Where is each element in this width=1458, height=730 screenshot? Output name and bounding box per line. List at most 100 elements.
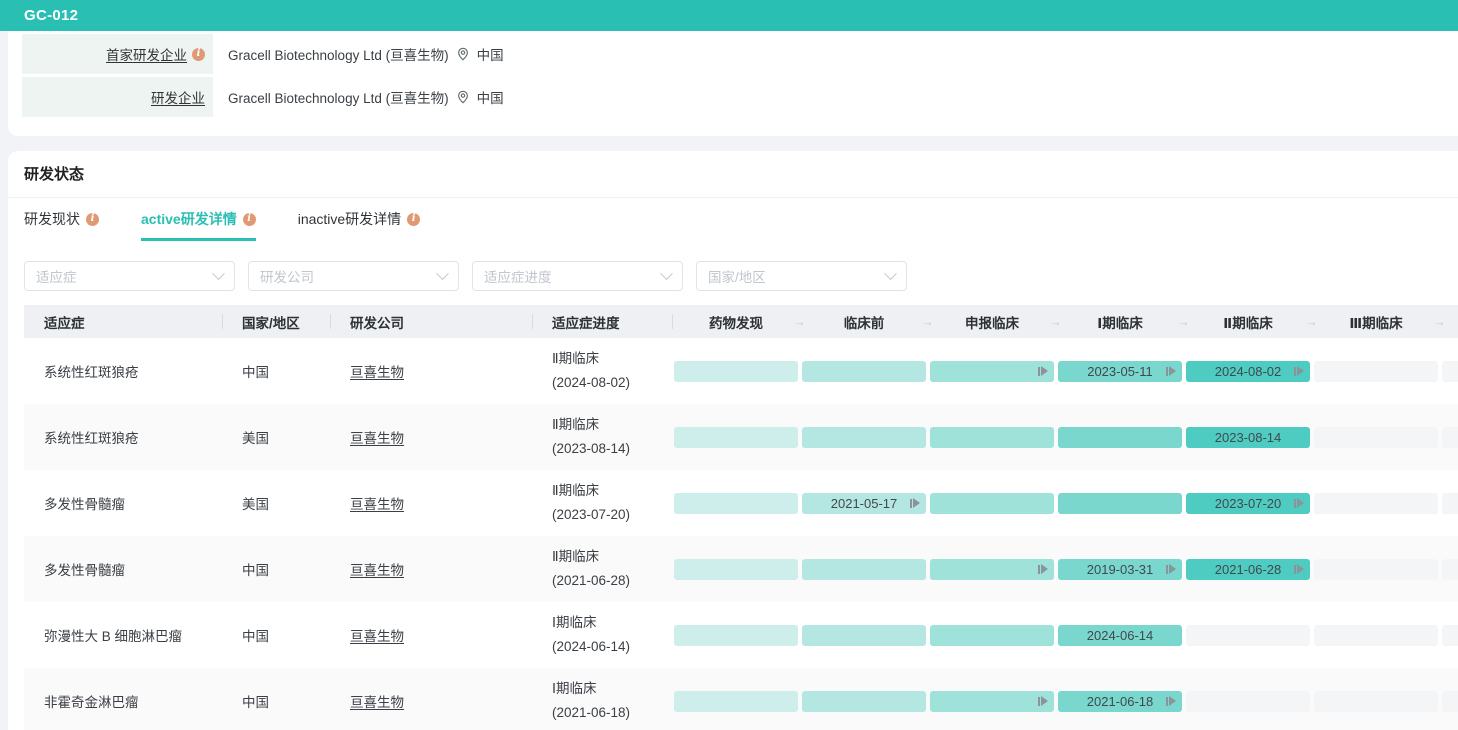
country-cell: 中国 [222, 691, 330, 711]
phase-cell: 2021-06-18 [1056, 691, 1184, 712]
filter-placeholder: 研发公司 [260, 266, 314, 286]
phase-date: 2023-08-14 [1215, 430, 1282, 445]
phase-bar [930, 361, 1054, 382]
progress-cell: Ⅱ期临床(2023-08-14) [532, 413, 672, 460]
info-row-first-developer: 首家研发企业 i Gracell Biotechnology Ltd (亘喜生物… [22, 34, 1458, 74]
table-row: 非霍奇金淋巴瘤中国亘喜生物Ⅰ期临床(2021-06-18)2021-06-18 [24, 668, 1458, 730]
phase-bar-dated: 2024-08-02 [1186, 361, 1310, 382]
phase-cell [928, 691, 1056, 712]
phase-header-label: Ⅰ期临床 [1097, 312, 1143, 332]
phase-bar [674, 493, 798, 514]
company-link[interactable]: 亘喜生物 [350, 431, 404, 446]
company-cell: 亘喜生物 [330, 625, 532, 645]
phase-bar [1442, 361, 1458, 382]
progress-cell: Ⅰ期临床(2021-06-18) [532, 677, 672, 724]
header-phase-2: Ⅱ期临床→ [1184, 305, 1312, 338]
header-company: 研发公司 [330, 305, 532, 338]
tab-inactive-rd-details[interactable]: inactive研发详情 i [298, 209, 420, 241]
country-cell: 美国 [222, 427, 330, 447]
filter-indication[interactable]: 适应症 [24, 261, 235, 291]
phase-bar [1442, 427, 1458, 448]
table-body: 系统性红斑狼疮中国亘喜生物Ⅱ期临床(2024-08-02)2023-05-112… [24, 338, 1458, 730]
header-indication: 适应症 [24, 305, 222, 338]
trial-marker-icon[interactable] [1166, 696, 1176, 706]
trial-marker-icon[interactable] [1294, 366, 1304, 376]
phase-cell: 2021-06-28 [1184, 559, 1312, 580]
phase-track: 2023-08-14 [672, 427, 1458, 448]
trial-marker-icon[interactable] [910, 498, 920, 508]
company-link[interactable]: 亘喜生物 [350, 497, 404, 512]
company-cell: 亘喜生物 [330, 559, 532, 579]
phase-cell [928, 427, 1056, 448]
phase-bar [802, 559, 926, 580]
progress-date-text: (2024-06-14) [552, 635, 672, 659]
phase-cell [800, 691, 928, 712]
location-pin-icon [456, 47, 470, 61]
trial-marker-icon[interactable] [1166, 366, 1176, 376]
phase-bar [1058, 493, 1182, 514]
progress-cell: Ⅱ期临床(2023-07-20) [532, 479, 672, 526]
company-link[interactable]: 亘喜生物 [350, 695, 404, 710]
phase-bar [1314, 361, 1438, 382]
phase-date: 2021-06-28 [1215, 562, 1282, 577]
trial-marker-icon[interactable] [1294, 498, 1304, 508]
filter-company[interactable]: 研发公司 [248, 261, 459, 291]
phase-bar [1442, 691, 1458, 712]
phase-bar [1442, 493, 1458, 514]
phase-date: 2021-06-18 [1087, 694, 1154, 709]
phase-cell: 2019-03-31 [1056, 559, 1184, 580]
company-link[interactable]: 亘喜生物 [350, 629, 404, 644]
phase-bar-dated: 2021-06-28 [1186, 559, 1310, 580]
progress-cell: Ⅱ期临床(2021-06-28) [532, 545, 672, 592]
tab-active-rd-details[interactable]: active研发详情 i [141, 209, 256, 241]
chevron-down-icon [436, 267, 449, 280]
phase-cell [800, 625, 928, 646]
header-country: 国家/地区 [222, 305, 330, 338]
phase-cell [928, 361, 1056, 382]
company-link[interactable]: 亘喜生物 [350, 365, 404, 380]
trial-marker-icon[interactable] [1038, 696, 1048, 706]
phase-bar [930, 493, 1054, 514]
phase-bar-dated: 2023-07-20 [1186, 493, 1310, 514]
progress-date-text: (2021-06-18) [552, 701, 672, 725]
indication-cell: 多发性骨髓瘤 [24, 493, 222, 513]
phase-bar [674, 427, 798, 448]
filter-country[interactable]: 国家/地区 [696, 261, 907, 291]
info-icon[interactable]: i [407, 213, 420, 226]
phase-date: 2019-03-31 [1087, 562, 1154, 577]
trial-marker-icon[interactable] [1166, 564, 1176, 574]
phase-cell [672, 493, 800, 514]
phase-bar-dated: 2024-06-14 [1058, 625, 1182, 646]
location-pin-icon [456, 90, 470, 104]
tab-rd-overview[interactable]: 研发现状 i [24, 209, 99, 241]
filter-indication-progress[interactable]: 适应症进度 [472, 261, 683, 291]
trial-marker-icon[interactable] [1294, 564, 1304, 574]
progress-phase-text: Ⅱ期临床 [552, 413, 672, 437]
info-icon[interactable]: i [86, 213, 99, 226]
info-label-cell: 首家研发企业 i [22, 34, 213, 74]
phase-cell [1440, 493, 1458, 514]
phase-cell: 2023-08-14 [1184, 427, 1312, 448]
phase-bar [1314, 559, 1438, 580]
trial-marker-icon[interactable] [1038, 564, 1048, 574]
phase-date: 2023-07-20 [1215, 496, 1282, 511]
trial-marker-icon[interactable] [1038, 366, 1048, 376]
phase-cell [800, 559, 928, 580]
phase-bar [674, 691, 798, 712]
progress-cell: Ⅱ期临床(2024-08-02) [532, 347, 672, 394]
info-icon[interactable]: i [192, 48, 205, 61]
chevron-down-icon [660, 267, 673, 280]
info-icon[interactable]: i [243, 213, 256, 226]
phase-bar [1186, 691, 1310, 712]
phase-cell [1312, 559, 1440, 580]
phase-bar [802, 361, 926, 382]
tab-label: active研发详情 [141, 209, 237, 229]
company-link[interactable]: 亘喜生物 [350, 563, 404, 578]
phase-bar-dated: 2019-03-31 [1058, 559, 1182, 580]
tab-label: inactive研发详情 [298, 209, 401, 229]
table-row: 多发性骨髓瘤中国亘喜生物Ⅱ期临床(2021-06-28)2019-03-3120… [24, 536, 1458, 602]
header-phase-discovery: 药物发现→ [672, 305, 800, 338]
progress-date-text: (2023-07-20) [552, 503, 672, 527]
progress-phase-text: Ⅰ期临床 [552, 677, 672, 701]
phase-date: 2024-06-14 [1087, 628, 1154, 643]
